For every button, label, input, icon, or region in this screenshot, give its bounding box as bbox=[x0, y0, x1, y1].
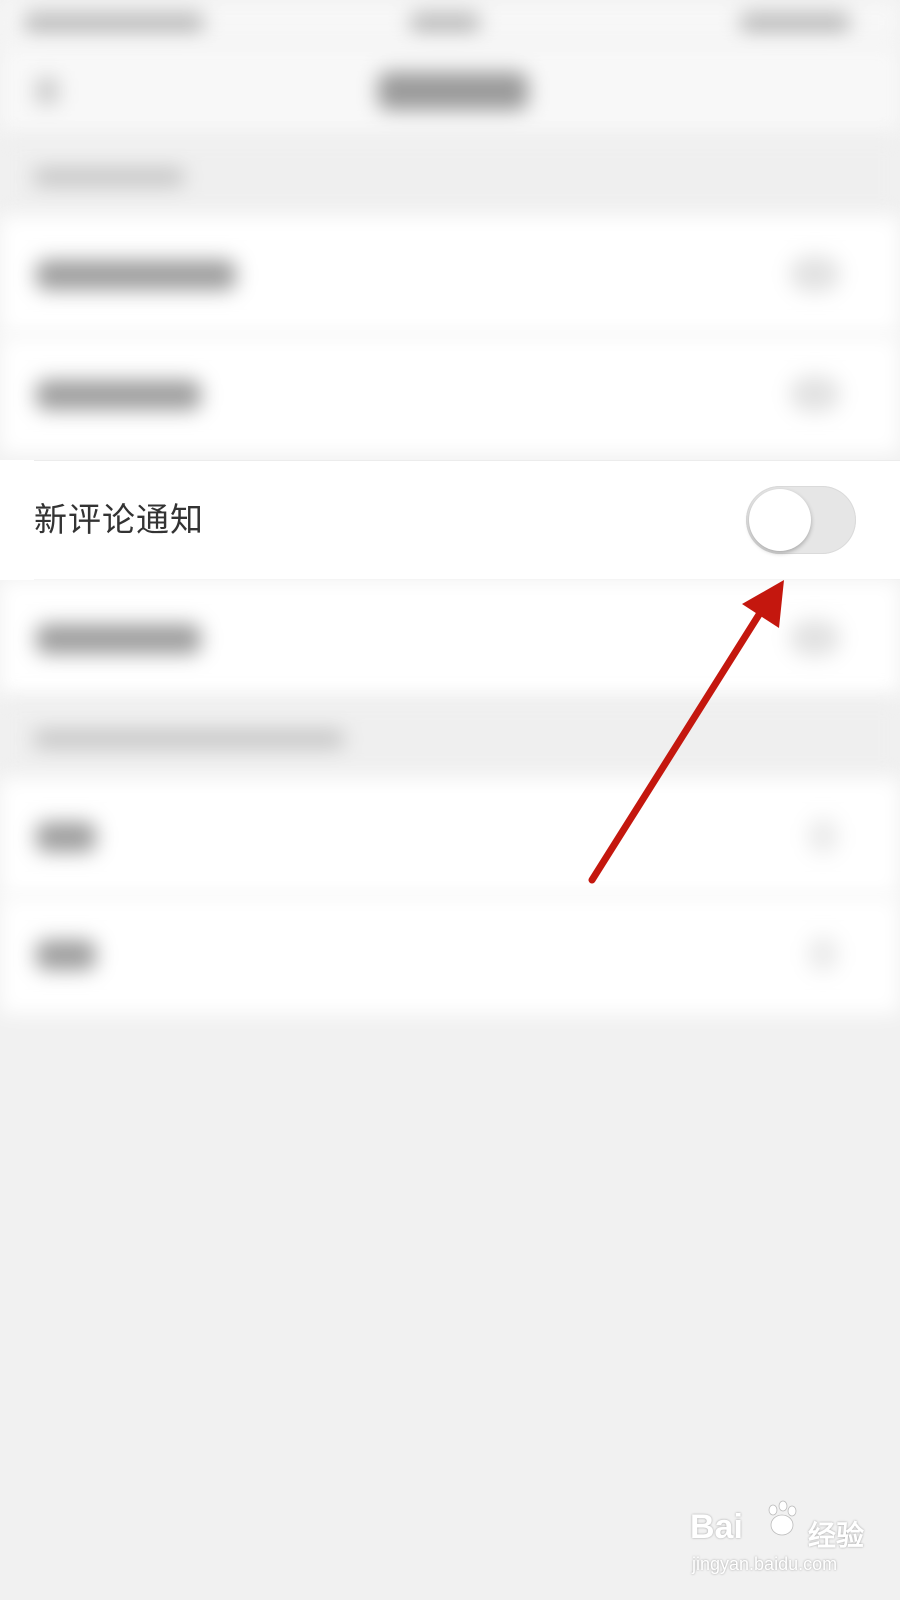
watermark-brand: Bai bbox=[690, 1508, 743, 1546]
toggle-switch[interactable] bbox=[790, 376, 840, 412]
section-header bbox=[0, 136, 900, 216]
section-header bbox=[0, 698, 900, 778]
divider bbox=[34, 460, 900, 461]
settings-row[interactable] bbox=[0, 580, 900, 698]
status-bar bbox=[0, 0, 900, 46]
settings-screen: 新评论通知 Bai 经验 jingyan.baidu.com bbox=[0, 0, 900, 1600]
chevron-right-icon bbox=[808, 818, 838, 854]
back-icon[interactable] bbox=[36, 78, 58, 104]
baidu-jingyan-watermark: Bai 经验 jingyan.baidu.com bbox=[688, 1500, 878, 1590]
page-title bbox=[378, 72, 528, 110]
settings-row[interactable] bbox=[0, 216, 900, 334]
watermark-suffix: 经验 bbox=[808, 1519, 865, 1552]
toggle-switch[interactable] bbox=[790, 620, 840, 656]
nav-bar bbox=[0, 46, 900, 136]
new-comment-notification-toggle[interactable] bbox=[746, 486, 856, 554]
settings-row-new-comment-notification: 新评论通知 bbox=[0, 460, 900, 580]
toggle-switch[interactable] bbox=[790, 256, 840, 292]
baidu-paw-icon bbox=[768, 1500, 797, 1536]
watermark-url: jingyan.baidu.com bbox=[692, 1554, 838, 1574]
settings-row[interactable] bbox=[0, 896, 900, 1014]
settings-row[interactable] bbox=[0, 778, 900, 896]
new-comment-notification-label: 新评论通知 bbox=[34, 500, 204, 539]
chevron-right-icon bbox=[808, 936, 838, 972]
toggle-knob bbox=[749, 489, 811, 551]
settings-row[interactable] bbox=[0, 336, 900, 454]
